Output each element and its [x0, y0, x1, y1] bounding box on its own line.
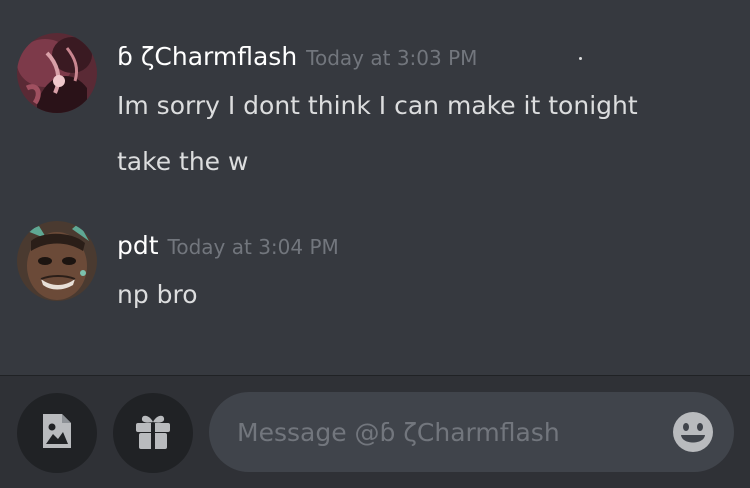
avatar-pdt[interactable] [17, 221, 97, 301]
attach-image-button[interactable] [17, 393, 97, 473]
message-box [209, 392, 734, 472]
timestamp: Today at 3:04 PM [167, 235, 339, 259]
message-header: pdt Today at 3:04 PM [117, 231, 339, 260]
username[interactable]: ɓ ζCharmflash [117, 42, 297, 71]
message-input[interactable] [237, 392, 647, 472]
message-header: ɓ ζCharmflash Today at 3:03 PM [117, 42, 477, 71]
stray-dot [579, 57, 582, 60]
timestamp: Today at 3:03 PM [306, 46, 478, 70]
message-list: ɓ ζCharmflash Today at 3:03 PM Im sorry … [0, 0, 750, 375]
emoji-icon[interactable] [672, 411, 714, 453]
gift-icon [133, 412, 173, 454]
message-text: take the w [117, 147, 249, 176]
username[interactable]: pdt [117, 231, 159, 260]
message-composer [0, 376, 750, 488]
gift-button[interactable] [113, 393, 193, 473]
avatar-charmflash[interactable] [17, 33, 97, 113]
image-icon [38, 412, 76, 454]
message-text: Im sorry I dont think I can make it toni… [117, 91, 638, 120]
message-text: np bro [117, 280, 198, 309]
